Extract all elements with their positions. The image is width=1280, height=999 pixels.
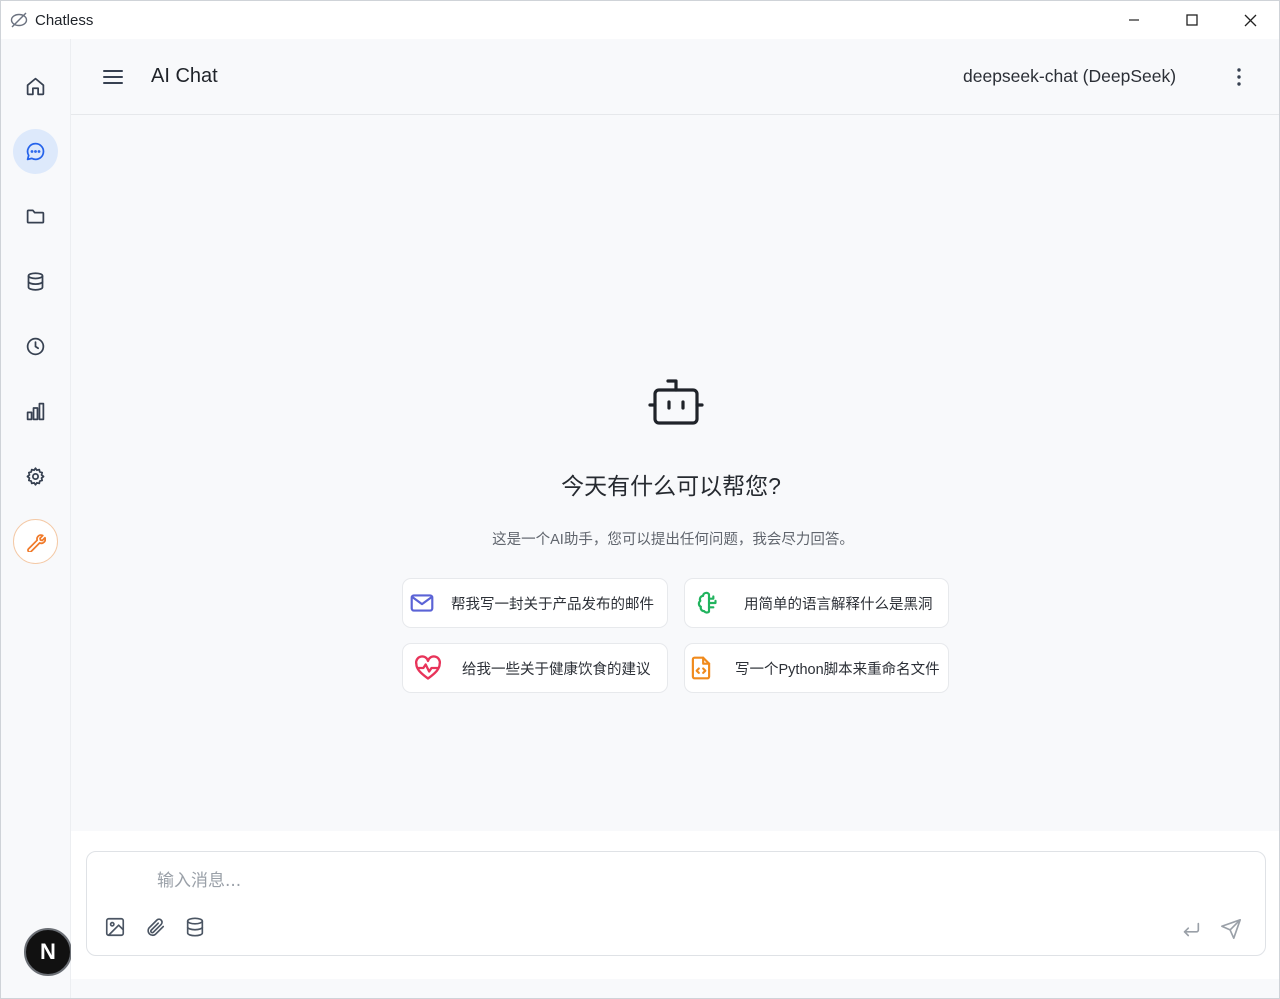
heart-pulse-icon: [413, 653, 443, 683]
composer-area: [71, 831, 1279, 979]
sidebar-item-home[interactable]: [13, 64, 58, 109]
maximize-icon: [1186, 14, 1198, 26]
send-icon[interactable]: [1220, 918, 1242, 940]
minimize-button[interactable]: [1105, 1, 1163, 39]
sidebar-item-chat[interactable]: [13, 129, 58, 174]
page-title: AI Chat: [151, 65, 218, 87]
close-button[interactable]: [1221, 1, 1279, 39]
title-bar: Chatless: [1, 1, 1279, 39]
app-logo-icon: [10, 12, 28, 28]
robot-icon: [648, 379, 704, 425]
suggestion-card-email[interactable]: 帮我写一封关于产品发布的邮件: [402, 578, 668, 628]
sidebar-item-history[interactable]: [13, 324, 58, 369]
chat-bubble-icon: [26, 142, 45, 161]
close-icon: [1244, 14, 1256, 26]
mail-icon: [407, 588, 437, 618]
bottom-strip: [71, 979, 1279, 998]
home-icon: [26, 77, 45, 96]
header: AI Chat deepseek-chat (DeepSeek): [71, 39, 1279, 115]
database-icon: [27, 272, 44, 291]
enter-key-icon[interactable]: [1180, 919, 1202, 941]
sidebar-item-analytics[interactable]: [13, 389, 58, 434]
model-selector[interactable]: deepseek-chat (DeepSeek): [963, 66, 1176, 87]
suggestion-label: 帮我写一封关于产品发布的邮件: [451, 596, 654, 613]
folder-icon: [26, 209, 45, 224]
suggestion-card-python-script[interactable]: 写一个Python脚本来重命名文件: [684, 643, 949, 693]
app-window: Chatless N AI Chat deepseek-chat (DeepSe…: [0, 0, 1280, 999]
image-upload-icon[interactable]: [104, 916, 126, 938]
welcome-title: 今天有什么可以帮您?: [561, 473, 781, 499]
sidebar-item-files[interactable]: [13, 194, 58, 239]
suggestion-card-black-hole[interactable]: 用简单的语言解释什么是黑洞: [684, 578, 949, 628]
suggestion-label: 写一个Python脚本来重命名文件: [735, 661, 940, 678]
suggestion-label: 用简单的语言解释什么是黑洞: [744, 596, 933, 613]
more-vertical-icon[interactable]: [1227, 65, 1251, 89]
user-avatar[interactable]: N: [24, 928, 72, 976]
message-input[interactable]: [157, 868, 1157, 894]
brain-icon: [694, 588, 724, 618]
knowledge-base-icon[interactable]: [184, 916, 206, 938]
hamburger-menu-icon[interactable]: [101, 65, 125, 89]
maximize-button[interactable]: [1163, 1, 1221, 39]
clock-icon: [26, 337, 45, 356]
minimize-icon: [1129, 19, 1139, 21]
suggestion-label: 给我一些关于健康饮食的建议: [462, 661, 651, 678]
paperclip-icon[interactable]: [144, 916, 166, 938]
suggestion-card-healthy-diet[interactable]: 给我一些关于健康饮食的建议: [402, 643, 668, 693]
sidebar: N: [1, 39, 72, 998]
welcome-subtitle: 这是一个AI助手，您可以提出任何问题，我会尽力回答。: [492, 532, 854, 548]
composer-box: [86, 851, 1266, 956]
window-title: Chatless: [35, 12, 94, 29]
code-file-icon: [686, 653, 716, 683]
sidebar-item-knowledge[interactable]: [13, 259, 58, 304]
bar-chart-icon: [26, 402, 45, 421]
